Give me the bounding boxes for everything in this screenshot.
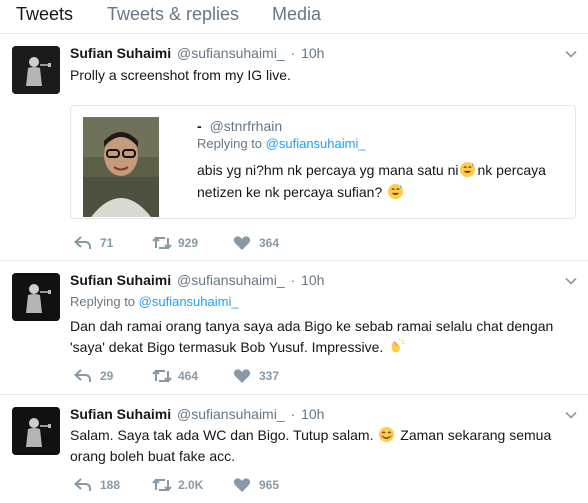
tweet-header: Sufian Suhaimi @sufiansuhaimi_ · 10h [70, 44, 324, 62]
quoted-replying-to: Replying to @sufiansuhaimi_ [197, 136, 366, 152]
like-icon [233, 478, 251, 492]
retweet-icon [152, 369, 172, 383]
tweet-timestamp[interactable]: 10h [301, 45, 324, 61]
tweet-text: Salam. Saya tak ada WC dan Bigo. Tutup s… [70, 425, 570, 467]
like-icon [233, 369, 251, 383]
like-icon [233, 236, 251, 250]
author-name[interactable]: Sufian Suhaimi [70, 45, 171, 61]
author-name[interactable]: Sufian Suhaimi [70, 406, 171, 422]
replying-to: Replying to @sufiansuhaimi_ [70, 294, 239, 310]
author-name[interactable]: Sufian Suhaimi [70, 272, 171, 288]
quoted-tweet-image [83, 117, 159, 217]
replying-to-handle[interactable]: @sufiansuhaimi_ [139, 294, 239, 309]
replying-to-label: Replying to [197, 136, 263, 151]
tweet-text: Dan dah ramai orang tanya saya ada Bigo … [70, 316, 570, 358]
retweet-count: 929 [178, 236, 199, 250]
tweet-timestamp[interactable]: 10h [301, 272, 324, 288]
tweet-text-body: Dan dah ramai orang tanya saya ada Bigo … [70, 318, 554, 355]
reply-count: 188 [100, 478, 121, 492]
author-handle[interactable]: @sufiansuhaimi_ [177, 272, 285, 288]
quoted-tweet[interactable]: - @stnrfrhain Replying to @sufiansuhaimi… [70, 105, 576, 219]
like-count: 337 [259, 369, 280, 383]
separator-dot: · [290, 45, 296, 61]
reply-count: 29 [100, 369, 114, 383]
like-count: 965 [259, 478, 280, 492]
clapping-hands-emoji [391, 338, 405, 353]
caret-down-icon[interactable] [564, 408, 578, 422]
replying-to-handle[interactable]: @sufiansuhaimi_ [266, 136, 366, 151]
avatar[interactable] [12, 407, 60, 455]
sweat-smile-emoji [388, 183, 404, 200]
tweet-timestamp[interactable]: 10h [301, 406, 324, 422]
tweet-item[interactable]: Sufian Suhaimi @sufiansuhaimi_ · 10h Rep… [0, 262, 588, 395]
tweet-header: Sufian Suhaimi @sufiansuhaimi_ · 10h [70, 271, 324, 289]
sweat-smile-emoji [460, 161, 476, 178]
quoted-tweet-text: abis yg ni?hm nk percaya yg mana satu ni… [197, 159, 567, 203]
tweet-item[interactable]: Sufian Suhaimi @sufiansuhaimi_ · 10h Pro… [0, 35, 588, 261]
author-handle[interactable]: @sufiansuhaimi_ [177, 45, 285, 61]
avatar[interactable] [12, 46, 60, 94]
tab-tweets-and-replies[interactable]: Tweets & replies [107, 3, 239, 25]
retweet-icon [152, 478, 172, 492]
caret-down-icon[interactable] [564, 47, 578, 61]
reply-icon [74, 478, 91, 491]
quoted-tweet-header: - @stnrfrhain [197, 117, 282, 135]
author-handle[interactable]: @sufiansuhaimi_ [177, 406, 285, 422]
retweet-count: 464 [178, 369, 199, 383]
retweet-icon [152, 236, 172, 250]
quoted-author-name: - [197, 118, 202, 134]
tweet-text-part1: Salam. Saya tak ada WC dan Bigo. Tutup s… [70, 427, 374, 443]
avatar[interactable] [12, 273, 60, 321]
like-count: 364 [259, 236, 280, 250]
separator-dot: · [290, 406, 296, 422]
tweet-header: Sufian Suhaimi @sufiansuhaimi_ · 10h [70, 405, 324, 423]
tab-media[interactable]: Media [272, 3, 321, 25]
replying-to-label: Replying to [70, 294, 136, 309]
profile-tabs: Tweets Tweets & replies Media [0, 0, 588, 34]
tweet-item[interactable]: Sufian Suhaimi @sufiansuhaimi_ · 10h Sal… [0, 396, 588, 503]
caret-down-icon[interactable] [564, 274, 578, 288]
tweet-text: Prolly a screenshot from my IG live. [70, 67, 291, 83]
reply-icon [74, 369, 91, 382]
smiling-face-emoji [379, 426, 395, 443]
separator-dot: · [290, 272, 296, 288]
quoted-author-handle: @stnrfrhain [209, 118, 283, 134]
reply-icon [74, 236, 91, 249]
tab-tweets[interactable]: Tweets [16, 3, 73, 25]
quoted-text-part1: abis yg ni?hm nk percaya yg mana satu ni [197, 162, 459, 178]
reply-count: 71 [100, 236, 114, 250]
retweet-count: 2.0K [178, 478, 204, 492]
